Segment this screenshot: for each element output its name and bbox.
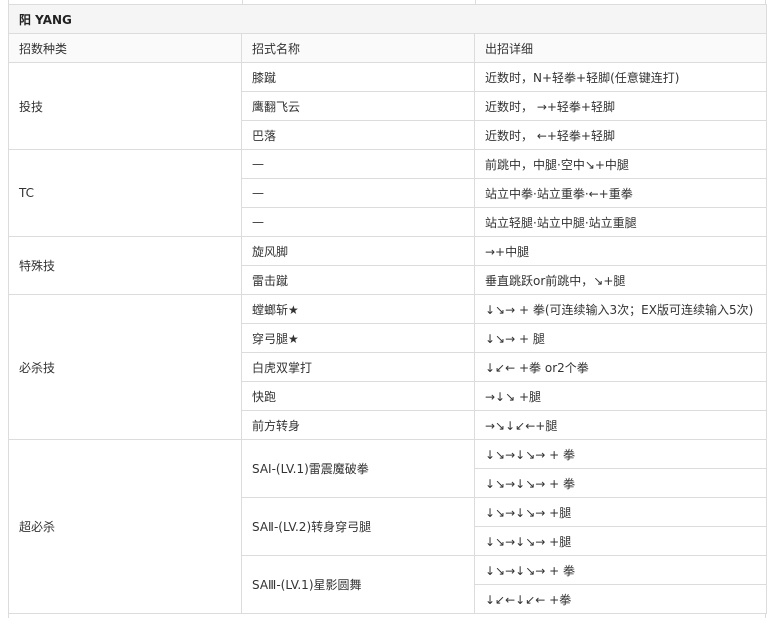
move-name: SAⅢ-(LV.1)星影圆舞 bbox=[242, 556, 475, 614]
move-list-container: 阳 YANG 招数种类 招式名称 出招详细 投技膝蹴近数时，N+轻拳+轻脚(任意… bbox=[8, 0, 766, 618]
move-input: ↓↘→↓↘→ +腿 bbox=[475, 498, 767, 527]
move-input: ↓↘→ + 拳(可连续输入3次；EX版可连续输入5次) bbox=[475, 295, 767, 324]
move-name: 白虎双掌打 bbox=[242, 353, 475, 382]
move-input: 近数时， →+轻拳+轻脚 bbox=[475, 92, 767, 121]
move-name: — bbox=[242, 179, 475, 208]
table-row: 超必杀SAⅠ-(LV.1)雷震魔破拳↓↘→↓↘→ + 拳 bbox=[9, 440, 767, 469]
table-row: TC—前跳中，中腿·空中↘+中腿 bbox=[9, 150, 767, 179]
header-move-name: 招式名称 bbox=[242, 34, 475, 63]
header-input-detail: 出招详细 bbox=[475, 34, 767, 63]
move-category: 特殊技 bbox=[9, 237, 242, 295]
move-input: ↓↘→↓↘→ + 拳 bbox=[475, 469, 767, 498]
move-name: 鹰翻飞云 bbox=[242, 92, 475, 121]
move-input: ↓↘→↓↘→ + 拳 bbox=[475, 440, 767, 469]
move-name: — bbox=[242, 150, 475, 179]
table-top-edge bbox=[8, 0, 766, 4]
move-input: 近数时，N+轻拳+轻脚(任意键连打) bbox=[475, 63, 767, 92]
move-name: 穿弓腿★ bbox=[242, 324, 475, 353]
move-input: →↘↓↙←+腿 bbox=[475, 411, 767, 440]
move-category: 投技 bbox=[9, 63, 242, 150]
move-name: 旋风脚 bbox=[242, 237, 475, 266]
character-title: 阳 YANG bbox=[9, 5, 767, 34]
table-row: 特殊技旋风脚→+中腿 bbox=[9, 237, 767, 266]
move-category: TC bbox=[9, 150, 242, 237]
move-name: SAⅡ-(LV.2)转身穿弓腿 bbox=[242, 498, 475, 556]
move-name: 雷击蹴 bbox=[242, 266, 475, 295]
move-name: 螳螂斩★ bbox=[242, 295, 475, 324]
move-input: ↓↘→↓↘→ +腿 bbox=[475, 527, 767, 556]
move-category: 超必杀 bbox=[9, 440, 242, 614]
move-input: ↓↙← +拳 or2个拳 bbox=[475, 353, 767, 382]
header-category: 招数种类 bbox=[9, 34, 242, 63]
move-input: →↓↘ +腿 bbox=[475, 382, 767, 411]
table-row: 投技膝蹴近数时，N+轻拳+轻脚(任意键连打) bbox=[9, 63, 767, 92]
move-input: ↓↘→↓↘→ + 拳 bbox=[475, 556, 767, 585]
move-name: 快跑 bbox=[242, 382, 475, 411]
table-bottom-edge bbox=[8, 614, 766, 618]
move-name: 膝蹴 bbox=[242, 63, 475, 92]
move-input: ↓↘→ + 腿 bbox=[475, 324, 767, 353]
move-input: 站立中拳·站立重拳·←+重拳 bbox=[475, 179, 767, 208]
move-input: 近数时， ←+轻拳+轻脚 bbox=[475, 121, 767, 150]
move-input: 前跳中，中腿·空中↘+中腿 bbox=[475, 150, 767, 179]
move-list-table: 阳 YANG 招数种类 招式名称 出招详细 投技膝蹴近数时，N+轻拳+轻脚(任意… bbox=[8, 4, 767, 614]
move-name: SAⅠ-(LV.1)雷震魔破拳 bbox=[242, 440, 475, 498]
move-input: 站立轻腿·站立中腿·站立重腿 bbox=[475, 208, 767, 237]
move-category: 必杀技 bbox=[9, 295, 242, 440]
move-input: →+中腿 bbox=[475, 237, 767, 266]
table-row: 必杀技螳螂斩★↓↘→ + 拳(可连续输入3次；EX版可连续输入5次) bbox=[9, 295, 767, 324]
move-input: ↓↙←↓↙← +拳 bbox=[475, 585, 767, 614]
move-name: 前方转身 bbox=[242, 411, 475, 440]
move-input: 垂直跳跃or前跳中，↘+腿 bbox=[475, 266, 767, 295]
move-name: 巴落 bbox=[242, 121, 475, 150]
move-name: — bbox=[242, 208, 475, 237]
